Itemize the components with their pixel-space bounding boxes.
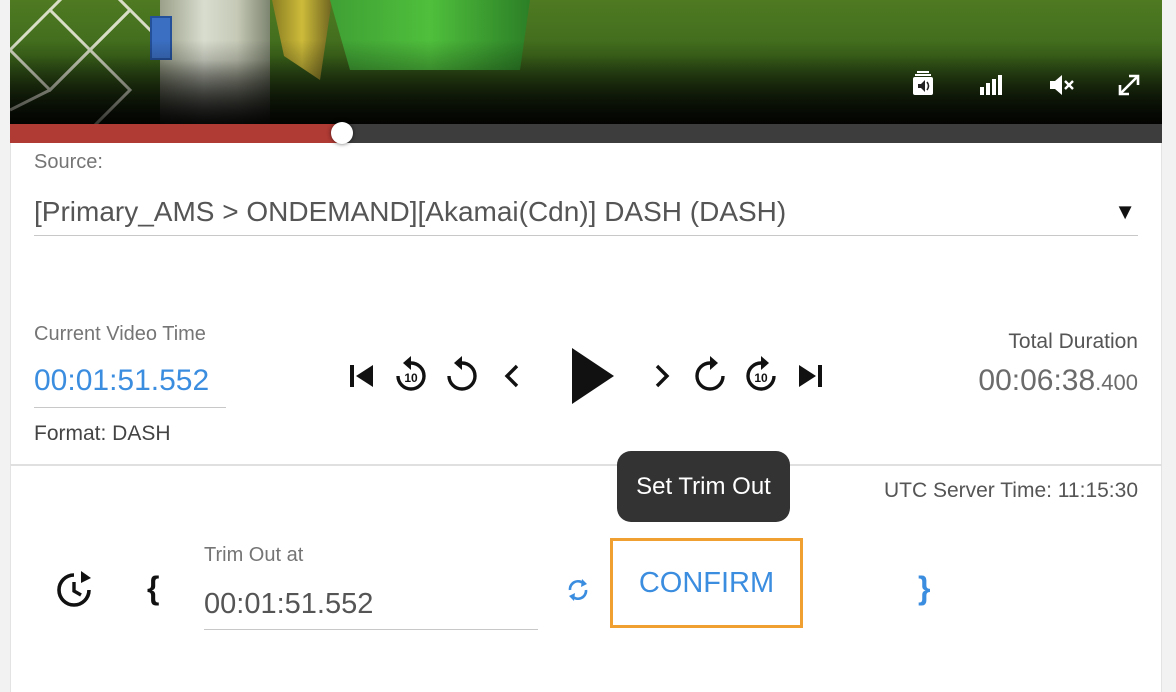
play-icon[interactable] — [562, 344, 620, 408]
page-gutter-right — [1162, 0, 1176, 692]
step-back-icon[interactable] — [498, 360, 526, 392]
rewind-10-text: 10 — [404, 371, 418, 385]
total-duration-value: 00:06:38.400 — [978, 364, 1138, 398]
forward-10-icon[interactable]: 10 — [741, 354, 781, 396]
source-value: [Primary_AMS > ONDEMAND][Akamai(Cdn)] DA… — [34, 195, 787, 227]
trim-out-field[interactable]: 00:01:51.552 — [204, 582, 538, 630]
set-trim-out-tooltip: Set Trim Out — [617, 451, 790, 522]
replay-icon[interactable] — [442, 354, 482, 396]
trim-open-brace: { — [147, 570, 160, 606]
mute-icon[interactable] — [1046, 70, 1076, 100]
quality-bars-icon[interactable] — [976, 70, 1006, 100]
skip-to-end-icon[interactable] — [794, 358, 828, 394]
video-frame[interactable] — [10, 0, 1162, 124]
page-gutter-left — [0, 0, 10, 692]
rewind-10-icon[interactable]: 10 — [391, 354, 431, 396]
trim-close-brace[interactable]: } — [918, 570, 930, 607]
step-forward-icon[interactable] — [648, 360, 676, 392]
source-select[interactable]: [Primary_AMS > ONDEMAND][Akamai(Cdn)] DA… — [34, 188, 1138, 236]
audio-track-icon[interactable] — [908, 70, 938, 100]
total-duration-main: 00:06:38 — [978, 364, 1096, 397]
section-divider — [10, 464, 1162, 466]
source-label: Source: — [34, 151, 103, 173]
seek-bar-handle[interactable] — [331, 122, 353, 144]
sync-icon[interactable] — [564, 574, 592, 606]
fullscreen-icon[interactable] — [1114, 70, 1144, 100]
skip-to-start-icon[interactable] — [344, 358, 378, 394]
confirm-button[interactable]: CONFIRM — [610, 538, 803, 628]
seek-bar-played — [10, 124, 342, 143]
forward-icon[interactable] — [690, 354, 730, 396]
current-time-label: Current Video Time — [34, 323, 206, 345]
history-icon[interactable] — [52, 568, 96, 612]
utc-server-time: UTC Server Time: 11:15:30 — [883, 479, 1138, 502]
total-duration-ms: .400 — [1095, 370, 1138, 395]
total-duration-label: Total Duration — [1008, 330, 1138, 353]
current-time-field[interactable]: 00:01:51.552 — [34, 358, 226, 408]
trim-out-label: Trim Out at — [204, 544, 304, 566]
seek-bar[interactable] — [10, 122, 1162, 144]
chevron-down-icon: ▼ — [1114, 198, 1136, 224]
format-text: Format: DASH — [34, 422, 171, 445]
forward-10-text: 10 — [754, 371, 768, 385]
